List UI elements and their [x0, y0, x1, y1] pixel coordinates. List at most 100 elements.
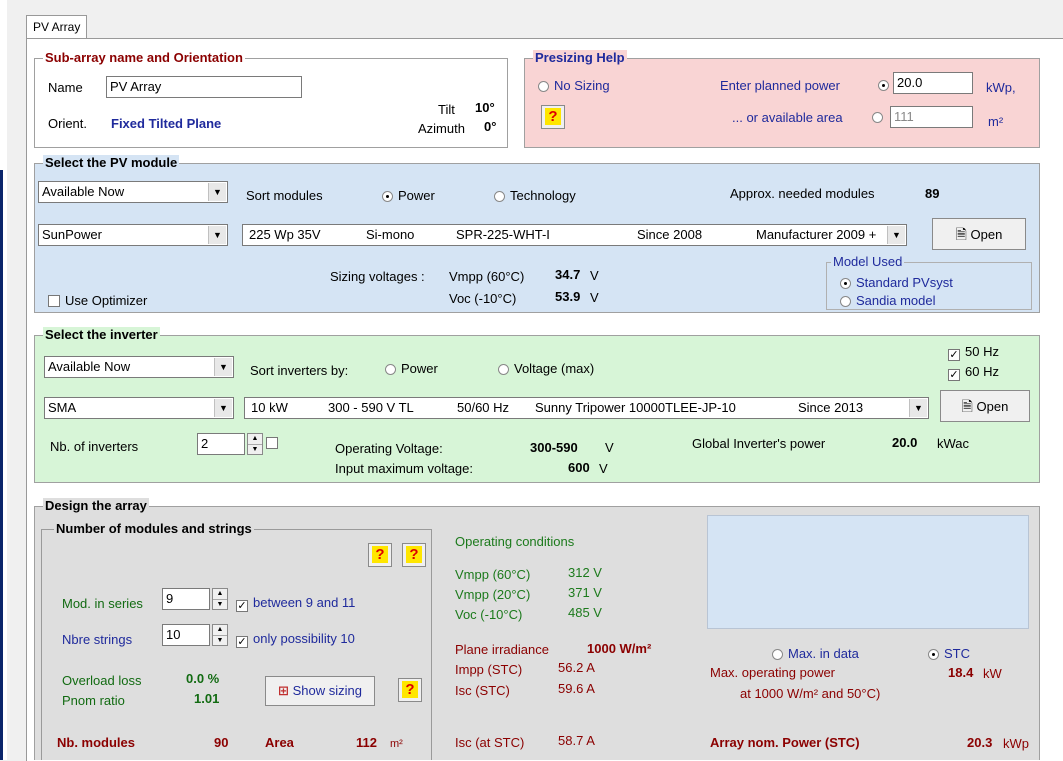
nb-strings-label: Nbre strings [62, 632, 133, 647]
needed-modules-label: Approx. needed modules [730, 186, 875, 201]
nb-inverters-spinner[interactable]: ▲ ▼ [247, 433, 263, 455]
sort-technology-label: Technology [510, 188, 576, 203]
model-used-title: Model Used [831, 254, 905, 270]
presizing-title: Presizing Help [533, 50, 627, 66]
mod-series-input[interactable]: 9 [162, 588, 210, 610]
chevron-down-icon[interactable]: ▼ [214, 399, 232, 417]
spin-down-icon[interactable]: ▼ [213, 636, 227, 646]
inverter-range: 300 - 590 V TL [328, 400, 414, 415]
module-model-combo[interactable]: 225 Wp 35V Si-mono SPR-225-WHT-I Since 2… [242, 224, 907, 246]
chart-icon: ⊞ [278, 683, 289, 698]
inv-sort-voltage-option[interactable]: Voltage (max) [498, 361, 594, 377]
chevron-down-icon[interactable]: ▼ [214, 358, 232, 376]
sort-technology-radio[interactable] [494, 191, 505, 202]
spin-down-icon[interactable]: ▼ [213, 600, 227, 610]
sort-technology-option[interactable]: Technology [494, 188, 576, 204]
use-optimizer-option[interactable]: Use Optimizer [48, 293, 147, 309]
max-in-data-radio[interactable] [772, 649, 783, 660]
operating-conditions-title: Operating conditions [455, 534, 575, 549]
nb-inverters-checkbox[interactable] [266, 437, 278, 449]
mod-series-spinner[interactable]: ▲ ▼ [212, 588, 228, 610]
strings-help-button-1[interactable]: ? [368, 543, 392, 567]
area-label-design: Area [265, 735, 294, 750]
module-open-button[interactable]: 🗎 Open [932, 218, 1026, 250]
chevron-down-icon[interactable]: ▼ [208, 183, 226, 201]
spin-up-icon[interactable]: ▲ [213, 589, 227, 600]
area-input[interactable]: 111 [890, 106, 973, 128]
irradiance-label: Plane irradiance [455, 642, 549, 657]
module-open-label: Open [970, 227, 1003, 242]
spin-up-icon[interactable]: ▲ [213, 625, 227, 636]
area-unit-design: m² [390, 738, 403, 750]
module-power: 225 Wp 35V [249, 227, 321, 242]
stc-radio[interactable] [928, 649, 939, 660]
nb-strings-check-option[interactable]: ✓ only possibility 10 [236, 631, 355, 648]
show-sizing-label: Show sizing [292, 683, 362, 698]
hz60-option[interactable]: ✓ 60 Hz [948, 364, 999, 381]
presizing-help-button[interactable]: ? [541, 105, 565, 129]
orient-value: Fixed Tilted Plane [111, 116, 222, 131]
model-standard-option[interactable]: Standard PVsyst [840, 275, 953, 291]
spin-down-icon[interactable]: ▼ [248, 445, 262, 455]
hz60-checkbox[interactable]: ✓ [948, 369, 960, 381]
pnom-ratio-label: Pnom ratio [62, 693, 125, 708]
chevron-down-icon[interactable]: ▼ [208, 226, 226, 244]
max-op-power-value: 18.4 [948, 665, 974, 680]
strings-help-button-2[interactable]: ? [402, 543, 426, 567]
module-name: SPR-225-WHT-I [456, 227, 550, 242]
no-sizing-radio[interactable] [538, 81, 549, 92]
input-max-voltage-label: Input maximum voltage: [335, 461, 474, 476]
nb-inverters-input[interactable]: 2 [197, 433, 245, 455]
area-radio[interactable] [872, 112, 883, 123]
no-sizing-option[interactable]: No Sizing [538, 78, 610, 94]
name-input[interactable]: PV Array [106, 76, 302, 98]
inverter-model-combo[interactable]: 10 kW 300 - 590 V TL 50/60 Hz Sunny Trip… [244, 397, 929, 419]
max-op-power-sub: at 1000 W/m² and 50°C) [740, 686, 881, 701]
model-standard-radio[interactable] [840, 278, 851, 289]
inverter-manufacturer-combo[interactable]: SMA ▼ [44, 397, 234, 419]
show-sizing-button[interactable]: ⊞ Show sizing [265, 676, 375, 706]
inverter-power: 10 kW [251, 400, 288, 415]
tab-pv-array[interactable]: PV Array [26, 15, 88, 39]
show-sizing-help-button[interactable]: ? [398, 678, 422, 702]
module-vmpp-unit: V [590, 268, 599, 283]
inverter-open-button[interactable]: 🗎 Open [940, 390, 1030, 422]
nb-strings-checkbox[interactable]: ✓ [236, 636, 248, 648]
planned-power-radio[interactable] [878, 80, 889, 91]
inverter-availability-combo[interactable]: Available Now ▼ [44, 356, 234, 378]
sort-power-radio[interactable] [382, 191, 393, 202]
module-availability-combo[interactable]: Available Now ▼ [38, 181, 228, 203]
inverter-name: Sunny Tripower 10000TLEE-JP-10 [535, 400, 736, 415]
inv-sort-power-option[interactable]: Power [385, 361, 438, 377]
design-title: Design the array [43, 498, 149, 514]
hz50-option[interactable]: ✓ 50 Hz [948, 344, 999, 361]
model-sandia-radio[interactable] [840, 296, 851, 307]
model-sandia-option[interactable]: Sandia model [840, 293, 936, 309]
module-manufacturer-combo[interactable]: SunPower ▼ [38, 224, 228, 246]
nb-strings-input[interactable]: 10 [162, 624, 210, 646]
inverter-manufacturer-value: SMA [48, 400, 77, 415]
nb-inverters-label: Nb. of inverters [50, 439, 139, 454]
chevron-down-icon[interactable]: ▼ [887, 226, 905, 244]
stc-option[interactable]: STC [928, 646, 970, 662]
no-sizing-label: No Sizing [554, 78, 610, 93]
max-in-data-option[interactable]: Max. in data [772, 646, 859, 662]
nb-strings-spinner[interactable]: ▲ ▼ [212, 624, 228, 646]
inv-sort-voltage-radio[interactable] [498, 364, 509, 375]
hz50-checkbox[interactable]: ✓ [948, 349, 960, 361]
isc-value: 59.6 A [558, 681, 595, 696]
spin-up-icon[interactable]: ▲ [248, 434, 262, 445]
nb-modules-label: Nb. modules [57, 735, 136, 750]
use-optimizer-checkbox[interactable] [48, 295, 60, 307]
chevron-down-icon[interactable]: ▼ [909, 399, 927, 417]
mod-series-check-option[interactable]: ✓ between 9 and 11 [236, 595, 355, 612]
module-tech: Si-mono [366, 227, 415, 242]
mod-series-checkbox[interactable]: ✓ [236, 600, 248, 612]
inv-sort-power-radio[interactable] [385, 364, 396, 375]
sort-power-option[interactable]: Power [382, 188, 435, 204]
module-vmpp-value: 34.7 [555, 267, 581, 282]
planned-power-input[interactable]: 20.0 [893, 72, 973, 94]
area-value-design: 112 [356, 735, 377, 750]
inv-sort-voltage-label: Voltage (max) [514, 361, 595, 376]
module-availability-value: Available Now [42, 184, 125, 199]
